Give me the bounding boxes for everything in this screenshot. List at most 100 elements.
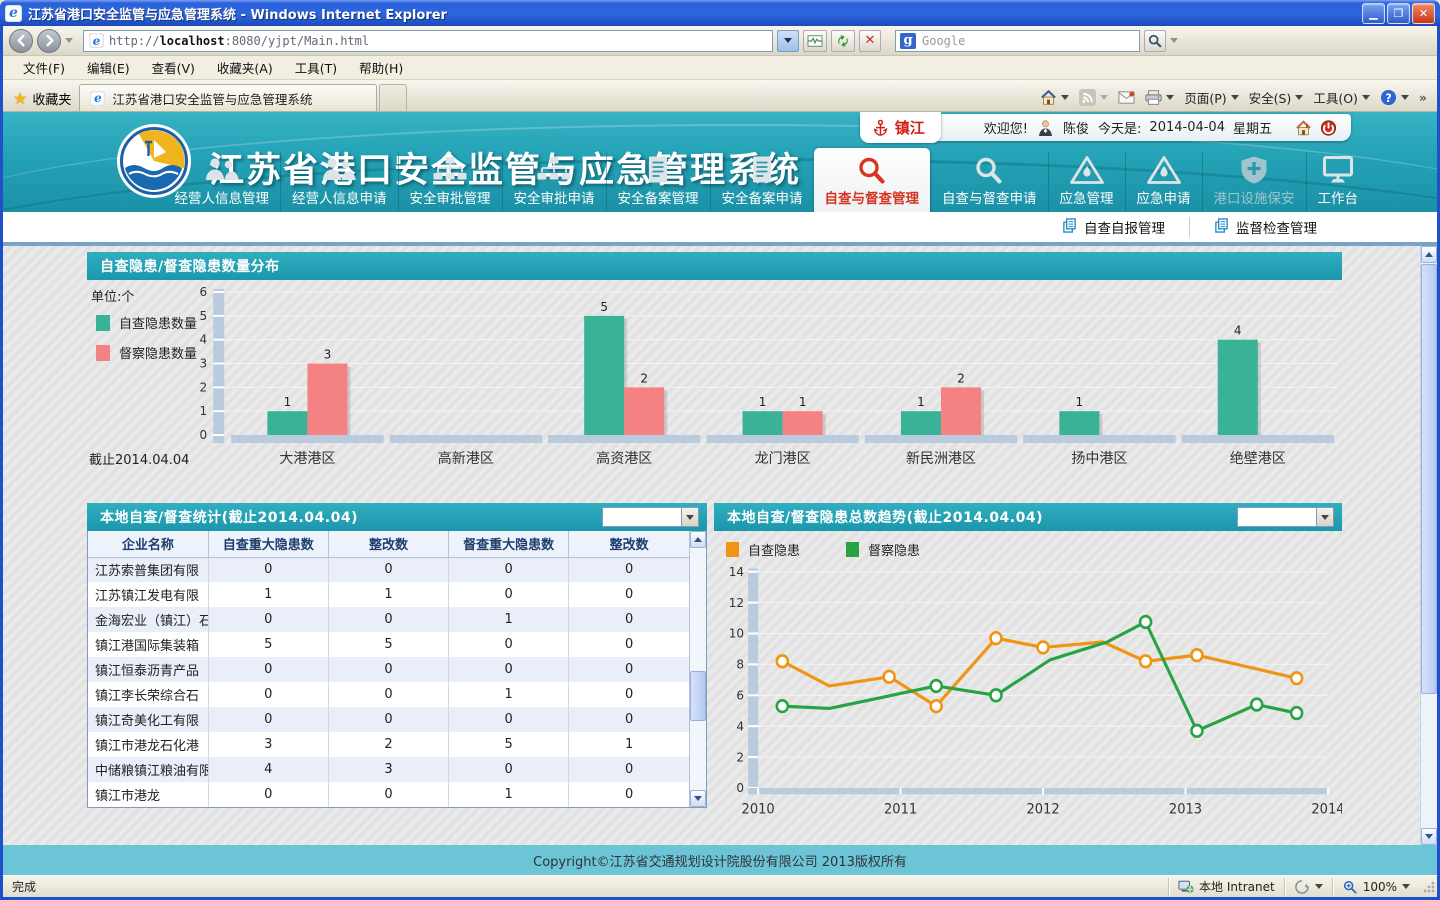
nav-item[interactable]: 应急申请	[1125, 152, 1202, 212]
browser-tab[interactable]: e 江苏省港口安全监管与应急管理系统	[79, 84, 377, 111]
nav-item[interactable]: 工作台	[1306, 152, 1370, 212]
table-cell: 江苏索普集团有限	[88, 557, 208, 582]
search-dropdown[interactable]	[1170, 38, 1178, 43]
zone-indicator: 本地 Intranet	[1168, 878, 1284, 896]
forward-button[interactable]	[37, 29, 61, 53]
nav-item[interactable]: 自查与督查管理	[814, 148, 931, 212]
svg-text:2012: 2012	[1026, 802, 1059, 817]
svg-text:1: 1	[799, 395, 807, 409]
menu-item[interactable]: 帮助(H)	[349, 56, 413, 79]
table-row[interactable]: 金海宏业（镇江）石0010	[88, 607, 689, 632]
read-mail-button[interactable]	[1118, 89, 1135, 106]
page-scroll-thumb[interactable]	[1421, 264, 1437, 694]
table-cell: 0	[328, 607, 448, 632]
menu-item[interactable]: 收藏夹(A)	[207, 56, 283, 79]
maximize-button[interactable]: ❐	[1387, 3, 1410, 24]
table-row[interactable]: 镇江市港龙0010	[88, 782, 689, 807]
home-button[interactable]	[1040, 89, 1069, 106]
print-dropdown[interactable]	[1166, 95, 1174, 100]
protected-mode-icon	[1294, 880, 1310, 894]
magnifier-icon	[854, 155, 890, 185]
rss-button[interactable]	[1079, 89, 1108, 106]
logout-power-icon[interactable]	[1320, 119, 1337, 137]
new-tab-stub[interactable]	[379, 84, 407, 111]
line-filter-combo[interactable]	[1237, 507, 1334, 527]
help-button[interactable]: ?	[1380, 89, 1409, 106]
home-dropdown[interactable]	[1061, 95, 1069, 100]
nav-item[interactable]: 安全审批申请	[502, 152, 606, 212]
stats-table: 企业名称自查重大隐患数整改数督查重大隐患数整改数 江苏索普集团有限0000江苏镇…	[88, 531, 689, 807]
unit-label: 单位:个	[91, 286, 134, 305]
table-row[interactable]: 镇江市港龙石化港3251	[88, 732, 689, 757]
page-menu-button[interactable]: 页面(P)	[1184, 88, 1238, 107]
nav-item[interactable]: 安全备案申请	[710, 152, 814, 212]
table-row[interactable]: 江苏索普集团有限0000	[88, 557, 689, 582]
refresh-button[interactable]	[831, 30, 855, 52]
tools-menu-button[interactable]: 工具(O)	[1313, 88, 1370, 107]
table-row[interactable]: 镇江李长荣综合石0010	[88, 682, 689, 707]
legend-swatch	[846, 542, 859, 557]
table-cell: 0	[569, 657, 689, 682]
history-dropdown[interactable]	[65, 38, 73, 43]
stop-button[interactable]: ✕	[859, 30, 881, 52]
warning-icon	[1069, 155, 1105, 185]
people-icon	[204, 155, 240, 185]
minimize-button[interactable]: ▁	[1362, 3, 1385, 24]
safety-menu-button[interactable]: 安全(S)	[1249, 88, 1304, 107]
table-row[interactable]: 镇江港国际集装箱5500	[88, 632, 689, 657]
zoom-control[interactable]: 100%	[1332, 878, 1419, 896]
svg-text:14: 14	[729, 565, 744, 579]
scroll-thumb[interactable]	[690, 671, 706, 721]
address-field[interactable]: e http://localhost:8080/yjpt/Main.html	[83, 30, 773, 52]
table-row[interactable]: 镇江奇美化工有限0000	[88, 707, 689, 732]
resize-grip[interactable]	[1423, 881, 1435, 893]
close-button[interactable]: ✕	[1412, 3, 1435, 24]
table-panel: 本地自查/督查统计(截止2014.04.04) 企业名称自查重大隐患数整改数督查…	[87, 503, 707, 808]
table-cell: 1	[449, 782, 569, 807]
scroll-down-arrow[interactable]	[690, 790, 706, 807]
bar-chart-panel: 自查隐患/督查隐患数量分布 单位:个 自查隐患数量督察隐患数量 截止2014.0…	[87, 252, 1342, 480]
table-scrollbar[interactable]	[689, 531, 706, 807]
page-scroll-up[interactable]	[1421, 246, 1437, 263]
nav-item[interactable]: 港口设施保安	[1202, 152, 1306, 212]
menu-item[interactable]: 编辑(E)	[77, 56, 140, 79]
table-row[interactable]: 镇江恒泰沥青产品0000	[88, 657, 689, 682]
nav-item[interactable]: 经营人信息申请	[280, 152, 398, 212]
table-filter-combo[interactable]	[602, 507, 699, 527]
svg-text:8: 8	[736, 657, 744, 671]
menu-item[interactable]: 查看(V)	[142, 56, 205, 79]
address-dropdown-button[interactable]	[777, 30, 799, 52]
nav-item[interactable]: 安全审批管理	[398, 152, 502, 212]
page-scrollbar[interactable]	[1420, 246, 1437, 845]
back-button[interactable]	[9, 29, 33, 53]
home-shortcut-icon[interactable]	[1295, 119, 1312, 137]
svg-text:2010: 2010	[742, 802, 775, 817]
menu-item[interactable]: 工具(T)	[285, 56, 347, 79]
nav-item[interactable]: 应急管理	[1048, 152, 1125, 212]
table-cell: 0	[208, 707, 328, 732]
nav-item[interactable]: 经营人信息管理	[164, 152, 281, 212]
protected-mode-button[interactable]	[1284, 878, 1332, 896]
favorites-button[interactable]: ★ 收藏夹	[9, 85, 79, 111]
nav-item[interactable]: 自查与督查申请	[930, 152, 1048, 212]
compatibility-view-button[interactable]	[803, 30, 827, 52]
table-cell: 0	[208, 682, 328, 707]
svg-text:12: 12	[729, 596, 744, 610]
bar-panel-title: 自查隐患/督查隐患数量分布	[100, 256, 280, 276]
table-cell: 金海宏业（镇江）石	[88, 607, 208, 632]
subnav-item[interactable]: 监督检查管理	[1189, 217, 1341, 237]
search-button[interactable]	[1144, 30, 1166, 52]
print-button[interactable]	[1145, 89, 1174, 106]
scroll-up-arrow[interactable]	[690, 531, 706, 548]
ie-logo-icon[interactable]: e	[5, 5, 22, 22]
toolbar-overflow-chevron[interactable]: »	[1419, 90, 1427, 105]
page-scroll-down[interactable]	[1421, 828, 1437, 845]
search-input[interactable]	[922, 34, 1135, 48]
menu-item[interactable]: 文件(F)	[13, 56, 75, 79]
subnav-item[interactable]: 自查自报管理	[1038, 217, 1189, 237]
nav-item[interactable]: 安全备案管理	[606, 152, 710, 212]
search-box[interactable]: g	[895, 30, 1140, 52]
table-row[interactable]: 中储粮镇江粮油有限4300	[88, 757, 689, 782]
table-row[interactable]: 江苏镇江发电有限1100	[88, 582, 689, 607]
table-panel-title: 本地自查/督查统计(截止2014.04.04)	[100, 507, 358, 527]
